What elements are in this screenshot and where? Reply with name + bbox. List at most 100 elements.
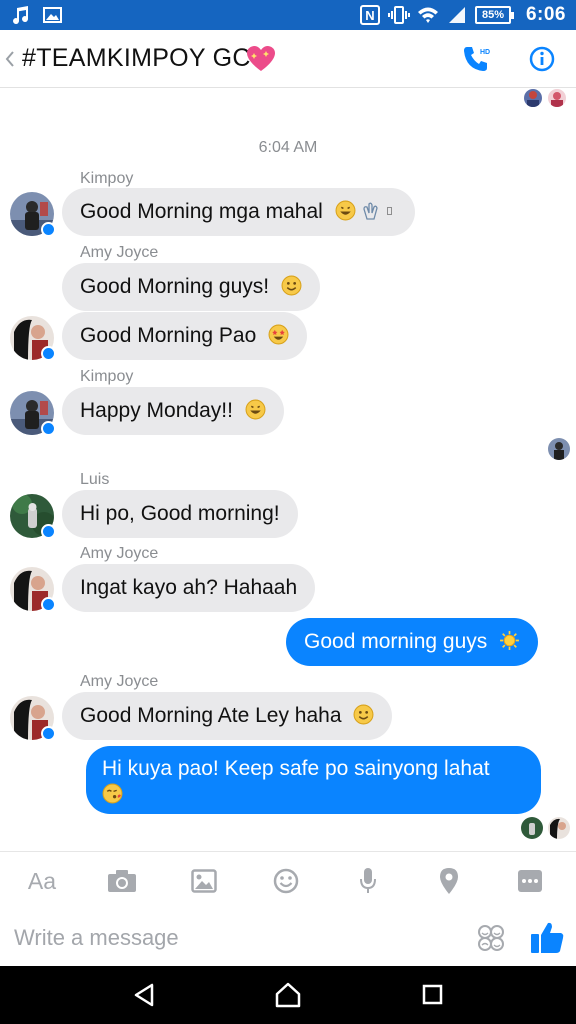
message-bubble[interactable]: Good Morning Pao (62, 312, 308, 360)
sparkling-heart-icon (247, 46, 275, 71)
sender-name: Luis (80, 471, 110, 488)
message-text: Good Morning Pao (80, 324, 257, 347)
sender-name: Kimpoy (80, 368, 134, 385)
grinning-face-icon (245, 399, 266, 420)
hd-call-icon[interactable]: HD (461, 44, 491, 74)
status-bar-left (10, 4, 64, 26)
svg-text:N: N (365, 8, 374, 23)
thumbs-up-icon (531, 922, 564, 953)
composer (0, 909, 576, 966)
system-navigation-bar (0, 966, 576, 1024)
message-text: Hi kuya pao! Keep safe po sainyong lahat (102, 757, 490, 780)
messenger-badge-icon (41, 346, 56, 361)
back-triangle-icon (134, 983, 154, 1007)
chat-header: #TEAMKIMPOY GC HD (0, 30, 576, 88)
camera-button[interactable] (106, 865, 138, 897)
avatar[interactable] (10, 391, 56, 436)
avatar[interactable] (10, 696, 56, 741)
read-receipt-avatar (521, 817, 543, 839)
battery-level: 85% (474, 6, 514, 24)
kissing-face-icon (102, 783, 123, 804)
sticker-icon (478, 925, 504, 951)
messenger-badge-icon (41, 222, 56, 237)
message-bubble[interactable]: Hi po, Good morning! (62, 490, 298, 538)
read-receipt-avatar (524, 89, 542, 107)
status-bar-right: N 85% 6:06 (359, 3, 566, 27)
sun-icon (500, 631, 520, 650)
nfc-icon: N (359, 5, 380, 25)
avatar[interactable] (10, 494, 56, 539)
more-button[interactable] (514, 865, 546, 897)
status-clock: 6:06 (525, 4, 566, 25)
my-message-bubble[interactable]: Good morning guys (286, 618, 539, 666)
message-text: Hi po, Good morning! (80, 502, 280, 525)
read-receipt-avatar (548, 817, 570, 839)
sender-name: Amy Joyce (80, 673, 159, 690)
messenger-badge-icon (41, 421, 56, 436)
microphone-button[interactable] (352, 865, 384, 897)
camera-icon (108, 870, 136, 892)
message-bubble[interactable]: Good Morning guys! (62, 263, 320, 311)
message-input[interactable] (14, 923, 454, 953)
avatar[interactable] (10, 567, 56, 612)
message-text: Ingat kayo ah? Hahaah (80, 576, 298, 599)
message-text: Good Morning Ate Ley haha (80, 704, 342, 727)
grinning-face-icon (335, 200, 356, 221)
sticker-button[interactable] (476, 923, 506, 953)
location-button[interactable] (433, 865, 465, 897)
smiling-face-icon (353, 704, 374, 725)
message-text: Happy Monday!! (80, 399, 233, 422)
read-receipt-avatar (548, 438, 570, 460)
message-text: Good Morning guys! (80, 275, 270, 298)
nav-home-button[interactable] (273, 980, 303, 1010)
recents-icon (422, 984, 443, 1005)
microphone-icon (360, 868, 376, 893)
image-icon (43, 7, 62, 23)
svg-text:HD: HD (480, 49, 490, 56)
star-struck-face-icon (268, 324, 289, 345)
home-icon (275, 982, 301, 1008)
nav-back-button[interactable] (130, 980, 160, 1010)
gallery-icon (191, 869, 217, 893)
composer-toolbar: Aa (0, 851, 576, 909)
clapping-hands-icon (363, 202, 379, 220)
status-bar: N 85% 6:06 (0, 0, 576, 30)
message-bubble[interactable]: Happy Monday!! (62, 387, 284, 435)
message-text: Good morning guys (304, 630, 488, 653)
avatar[interactable] (10, 192, 56, 237)
sender-name: Amy Joyce (80, 244, 159, 261)
messenger-screen: N 85% 6:06 #TEAMKIMPOY GC HD 6:04 AM Kim… (0, 0, 576, 1024)
signal-icon (448, 7, 465, 23)
my-message-bubble[interactable]: Hi kuya pao! Keep safe po sainyong lahat (86, 746, 541, 814)
messenger-badge-icon (41, 726, 56, 741)
sender-name: Kimpoy (80, 170, 134, 187)
messenger-badge-icon (41, 524, 56, 539)
chevron-left-icon (5, 51, 14, 67)
back-button[interactable] (2, 44, 18, 74)
nav-recents-button[interactable] (418, 980, 448, 1010)
sender-name: Amy Joyce (80, 545, 159, 562)
location-icon (440, 868, 458, 894)
emoji-button[interactable] (270, 865, 302, 897)
message-bubble[interactable]: Good Morning mga mahal (62, 188, 416, 236)
info-icon[interactable] (528, 45, 556, 73)
messenger-badge-icon (41, 597, 56, 612)
avatar[interactable] (10, 316, 56, 361)
smiling-face-icon (281, 275, 302, 296)
unknown-glyph-icon (387, 207, 393, 215)
gallery-button[interactable] (188, 865, 220, 897)
message-bubble[interactable]: Good Morning Ate Ley haha (62, 692, 393, 740)
music-icon (13, 6, 29, 25)
emoji-icon (273, 868, 299, 894)
message-timestamp: 6:04 AM (258, 139, 318, 156)
more-icon (518, 870, 542, 892)
vibrate-icon (387, 6, 410, 24)
read-receipt-avatar (548, 89, 566, 107)
text-format-button[interactable]: Aa (26, 865, 58, 897)
like-button[interactable] (528, 919, 566, 957)
message-list[interactable]: 6:04 AM Kimpoy Good Morning mga mahal Am… (0, 88, 576, 851)
message-bubble[interactable]: Ingat kayo ah? Hahaah (62, 564, 316, 612)
message-text: Good Morning mga mahal (80, 200, 323, 223)
chat-title[interactable]: #TEAMKIMPOY GC (22, 44, 251, 73)
wifi-icon (417, 7, 438, 23)
